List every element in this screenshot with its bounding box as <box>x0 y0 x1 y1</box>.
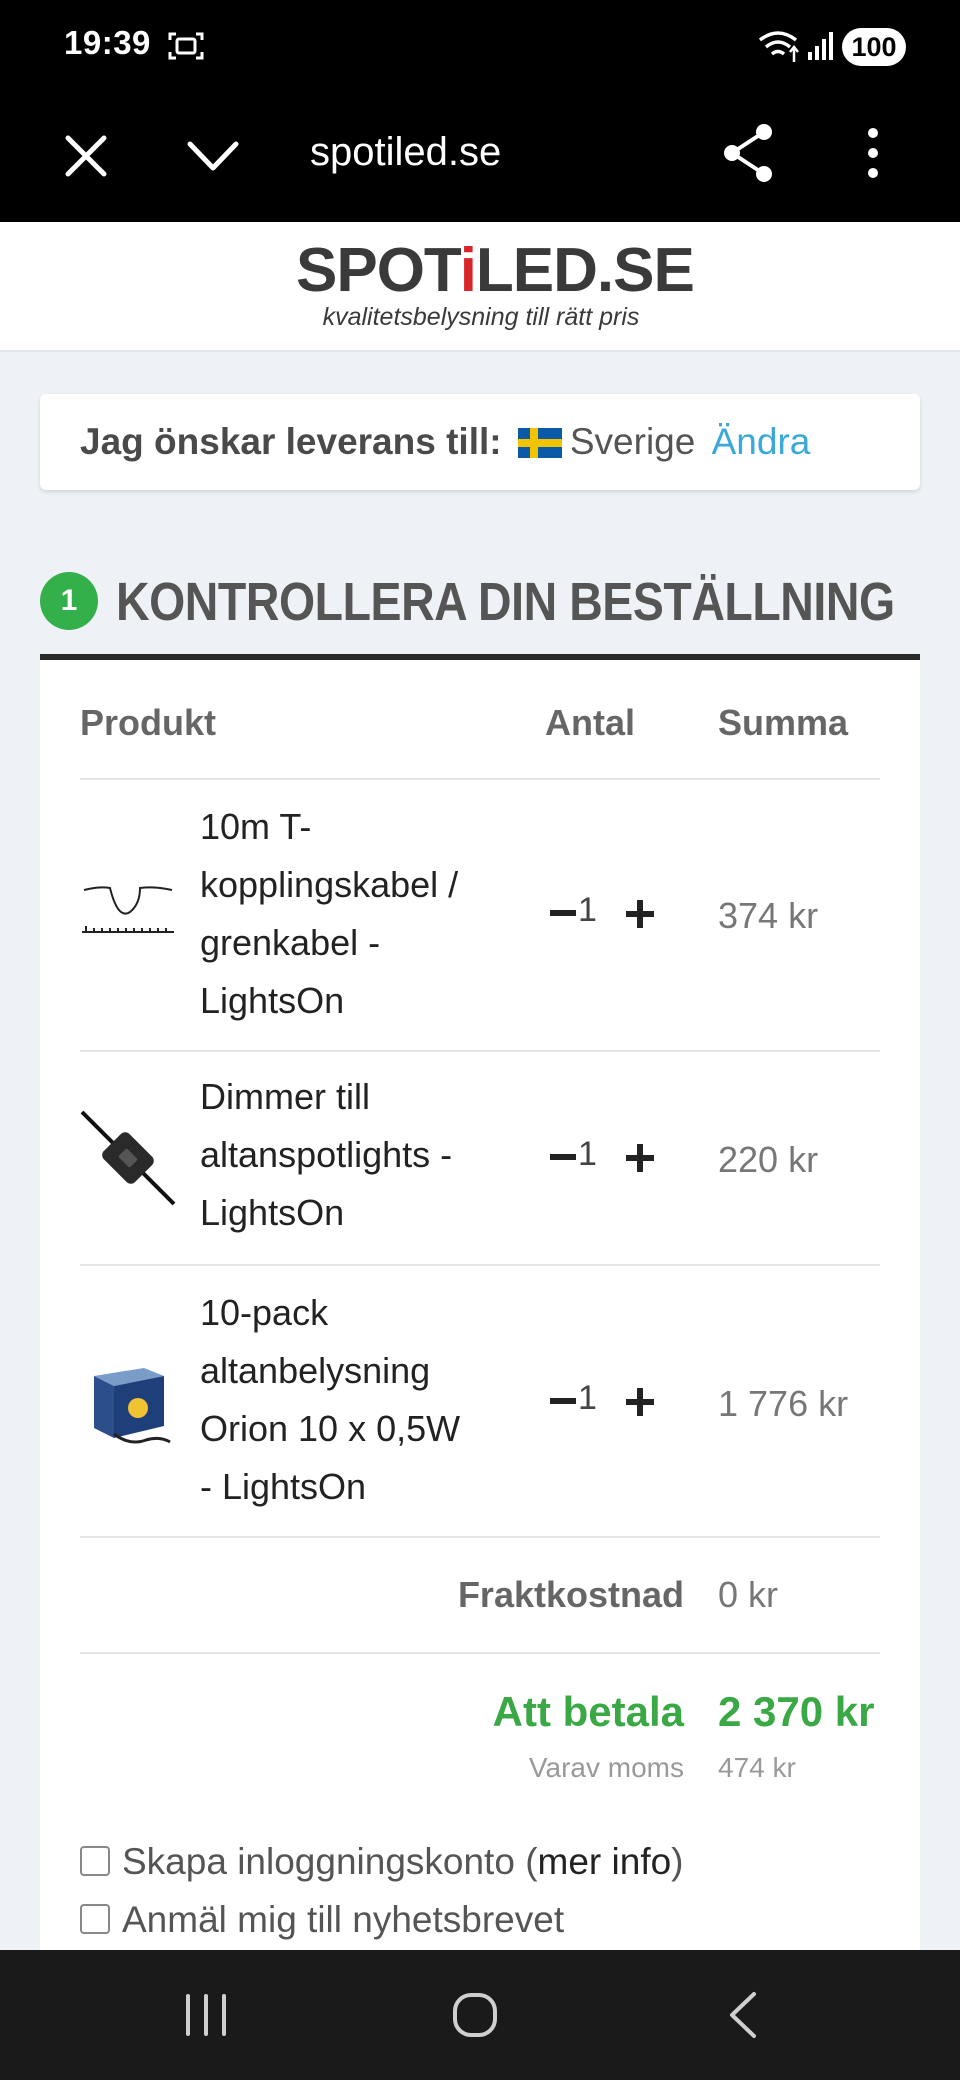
product-name[interactable]: 10-pack altanbelysning Orion 10 x 0,5W -… <box>200 1284 530 1516</box>
quantity-stepper: 1 <box>550 1134 670 1184</box>
box-thumbnail[interactable] <box>80 1354 176 1450</box>
row-price: 1 776 kr <box>718 1383 849 1424</box>
page-content: SPOTiLED.SE kvalitetsbelysning till rätt… <box>0 222 960 1950</box>
battery-indicator: 100 <box>842 28 906 66</box>
signal-icon <box>808 32 833 60</box>
status-bar: 19:39 100 <box>0 0 960 92</box>
row-price: 374 kr <box>718 895 819 936</box>
sweden-flag-icon <box>517 428 562 458</box>
header-product: Produkt <box>80 702 217 743</box>
decrease-quantity-button[interactable] <box>550 910 576 916</box>
checkout-options: Skapa inloggningskonto (mer info) Anmäl … <box>80 1842 880 1950</box>
header-quantity: Antal <box>545 702 635 743</box>
vat-label: Varav moms <box>528 1752 684 1783</box>
more-vert-icon[interactable] <box>856 120 890 186</box>
screenshot-icon <box>168 32 204 60</box>
header-sum: Summa <box>718 702 849 743</box>
total-row: Att betala 2 370 kr Varav moms 474 kr <box>80 1674 880 1804</box>
wifi-icon <box>758 31 799 62</box>
logo-tagline: kvalitetsbelysning till rätt pris <box>322 303 640 331</box>
logo-text-2: LED.SE <box>475 236 695 305</box>
chevron-down-icon[interactable] <box>182 128 244 184</box>
back-icon[interactable] <box>724 1990 764 2040</box>
quantity-stepper: 1 <box>550 890 670 940</box>
shipping-row: Fraktkostnad 0 kr <box>80 1538 880 1654</box>
product-name-line: grenkabel - <box>200 922 381 963</box>
browser-toolbar: spotiled.se <box>0 92 960 222</box>
product-name-line: Orion 10 x 0,5W <box>200 1408 461 1449</box>
product-name-line: 10m T- <box>200 806 312 847</box>
delivery-country-box: Jag önskar leverans till: Sverige Ändra <box>40 394 920 490</box>
quantity-value: 1 <box>578 1379 597 1417</box>
logo-text-1: SPOT <box>296 236 461 305</box>
logo-text-red: i <box>459 236 477 305</box>
decrease-quantity-button[interactable] <box>550 1154 576 1160</box>
url-display[interactable]: spotiled.se <box>310 122 501 182</box>
create-account-checkbox[interactable] <box>80 1846 110 1876</box>
shipping-label: Fraktkostnad <box>457 1574 684 1615</box>
product-name-line: Dimmer till <box>200 1076 370 1117</box>
increase-quantity-button[interactable] <box>626 900 654 928</box>
cable-thumbnail[interactable] <box>80 868 176 964</box>
shipping-value: 0 kr <box>718 1574 779 1615</box>
newsletter-checkbox[interactable] <box>80 1904 110 1934</box>
recent-apps-icon[interactable] <box>182 1990 230 2040</box>
product-name-line: altanbelysning <box>200 1350 431 1391</box>
quantity-value: 1 <box>578 891 597 929</box>
step-title: KONTROLLERA DIN BESTÄLLNING <box>116 572 895 632</box>
quantity-stepper: 1 <box>550 1378 670 1428</box>
create-account-label[interactable]: Skapa inloggningskonto (mer info) <box>122 1842 684 1882</box>
dimmer-thumbnail[interactable] <box>80 1110 176 1206</box>
table-header: Produkt Antal Summa <box>80 660 880 780</box>
product-name-line: kopplingskabel / <box>200 864 459 905</box>
table-row: Dimmer till altanspotlights - LightsOn 1… <box>80 1052 880 1266</box>
close-icon[interactable] <box>58 128 114 184</box>
quantity-value: 1 <box>578 1135 597 1173</box>
site-header: SPOTiLED.SE kvalitetsbelysning till rätt… <box>0 222 960 352</box>
delivery-label: Jag önskar leverans till: <box>80 421 502 462</box>
product-name-line: LightsOn <box>200 980 345 1021</box>
product-name-line: LightsOn <box>200 1192 345 1233</box>
vat-value: 474 kr <box>718 1752 796 1783</box>
step-number-badge: 1 <box>40 572 98 630</box>
table-row: 10-pack altanbelysning Orion 10 x 0,5W -… <box>80 1266 880 1538</box>
increase-quantity-button[interactable] <box>626 1388 654 1416</box>
status-time: 19:39 <box>64 24 151 61</box>
decrease-quantity-button[interactable] <box>550 1398 576 1404</box>
create-account-suffix: ) <box>671 1841 684 1882</box>
row-price: 220 kr <box>718 1139 819 1180</box>
product-name[interactable]: Dimmer till altanspotlights - LightsOn <box>200 1068 530 1242</box>
create-account-text: Skapa inloggningskonto ( <box>122 1841 538 1882</box>
newsletter-label[interactable]: Anmäl mig till nyhetsbrevet <box>122 1900 564 1940</box>
newsletter-option: Anmäl mig till nyhetsbrevet <box>80 1900 880 1944</box>
system-nav-bar <box>0 1950 960 2080</box>
product-name-line: - LightsOn <box>200 1466 367 1507</box>
product-name-line: 10-pack <box>200 1292 329 1333</box>
table-row: 10m T- kopplingskabel / grenkabel - Ligh… <box>80 780 880 1052</box>
order-card: Produkt Antal Summa 10m T- kopplingskabe… <box>40 654 920 1950</box>
create-account-option: Skapa inloggningskonto (mer info) <box>80 1842 880 1886</box>
share-icon[interactable] <box>718 120 778 186</box>
change-country-link[interactable]: Ändra <box>712 421 811 462</box>
more-info-link[interactable]: mer info <box>538 1841 672 1882</box>
pay-value: 2 370 kr <box>718 1688 875 1735</box>
increase-quantity-button[interactable] <box>626 1144 654 1172</box>
product-name[interactable]: 10m T- kopplingskabel / grenkabel - Ligh… <box>200 798 530 1030</box>
delivery-country: Sverige <box>569 421 696 462</box>
site-logo[interactable]: SPOTiLED.SE kvalitetsbelysning till rätt… <box>296 236 695 332</box>
pay-label: Att betala <box>492 1688 684 1735</box>
home-icon[interactable] <box>450 1990 500 2040</box>
product-name-line: altanspotlights - <box>200 1134 453 1175</box>
